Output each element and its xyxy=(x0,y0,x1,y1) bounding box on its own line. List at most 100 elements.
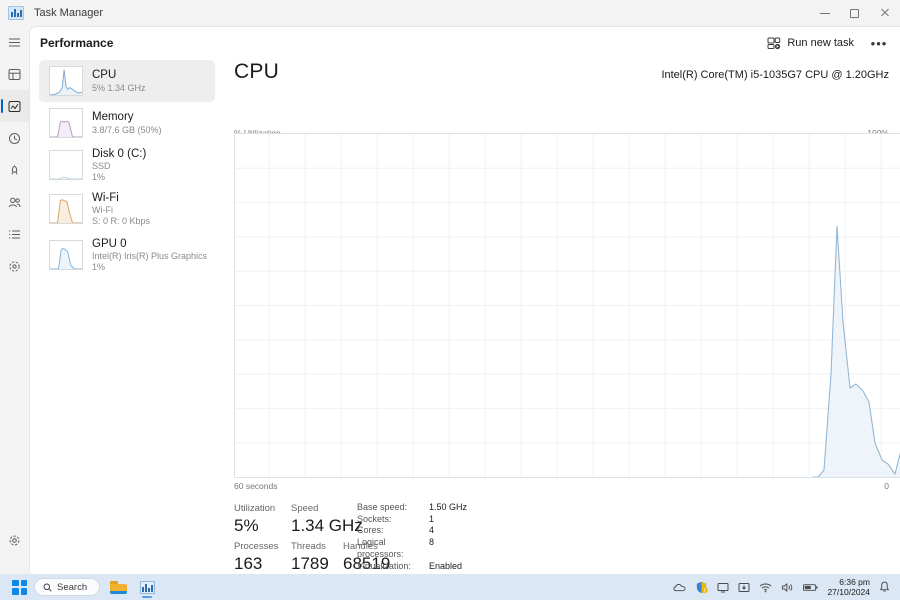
taskbar-time: 6:36 pm xyxy=(839,577,870,587)
search-label: Search xyxy=(57,581,88,593)
taskbar-apps: Search xyxy=(12,576,158,598)
resource-item-wifi[interactable]: Wi-Fi Wi-Fi S: 0 R: 0 Kbps xyxy=(39,186,215,232)
gpu-mini-graph xyxy=(49,240,83,270)
resource-name: Memory xyxy=(92,111,134,124)
folder-icon xyxy=(109,580,127,594)
page-title: Performance xyxy=(40,36,114,50)
users-icon xyxy=(8,197,21,207)
y-axis-min: 0 xyxy=(884,481,889,491)
memory-mini-graph xyxy=(49,108,83,138)
search-icon xyxy=(43,583,52,592)
disk-mini-graph xyxy=(49,150,83,180)
taskbar-task-manager[interactable] xyxy=(136,576,158,598)
volume-icon[interactable] xyxy=(781,582,794,593)
sidebar-item-details[interactable] xyxy=(0,218,29,250)
resource-item-gpu[interactable]: GPU 0 Intel(R) Iris(R) Plus Graphics 1% xyxy=(39,232,215,278)
task-manager-taskbar-icon xyxy=(139,580,155,594)
resource-sub2: S: 0 R: 0 Kbps xyxy=(92,216,151,227)
detail-key: Sockets: xyxy=(357,513,392,524)
start-button[interactable] xyxy=(12,579,27,595)
run-new-task-label: Run new task xyxy=(787,37,854,49)
close-button[interactable] xyxy=(870,0,900,26)
resource-sub: 5% 1.34 GHz xyxy=(92,82,146,93)
gear-icon xyxy=(9,535,20,545)
utilization-label: Utilization xyxy=(234,503,276,514)
run-new-task-button[interactable]: Run new task xyxy=(759,32,862,54)
history-clock-icon xyxy=(9,132,20,144)
system-tray: 6:36 pm 27/10/2024 xyxy=(673,577,890,597)
resource-sub: Intel(R) Iris(R) Plus Graphics xyxy=(92,250,208,261)
settings-button[interactable] xyxy=(0,524,29,556)
resource-name: Disk 0 (C:) xyxy=(92,147,147,160)
resource-sub2: 1% xyxy=(92,172,106,183)
resource-item-disk[interactable]: Disk 0 (C:) SSD 1% xyxy=(39,144,215,186)
detail-key: Logical processors: xyxy=(357,537,404,559)
sidebar-item-users[interactable] xyxy=(0,186,29,218)
speed-value: 1.34 GHz xyxy=(291,516,363,535)
bell-icon[interactable] xyxy=(879,581,890,593)
taskbar-date: 27/10/2024 xyxy=(827,587,870,597)
security-alert-icon[interactable] xyxy=(695,581,709,594)
detail-key: Base speed: xyxy=(357,502,408,512)
sidebar-item-services[interactable] xyxy=(0,250,29,282)
hamburger-icon xyxy=(9,38,20,46)
resource-sub: Wi-Fi xyxy=(92,204,113,215)
navigation-rail xyxy=(0,26,29,574)
detail-value: 8 xyxy=(429,537,435,548)
threads-value: 1789 xyxy=(291,554,329,573)
processes-value: 163 xyxy=(234,554,263,573)
title-bar: Task Manager xyxy=(0,0,900,26)
processes-label: Processes xyxy=(234,541,279,552)
detail-key: Cores: xyxy=(357,525,384,536)
resource-sub2: 1% xyxy=(92,262,106,273)
cpu-utilization-graph xyxy=(234,133,900,478)
run-task-icon xyxy=(767,37,781,50)
resource-name: Wi-Fi xyxy=(92,191,119,204)
resource-sub: 3.8/7.6 GB (50%) xyxy=(92,124,162,135)
utilization-value: 5% xyxy=(234,516,259,535)
wifi-icon[interactable] xyxy=(759,582,772,593)
resource-item-cpu[interactable]: CPU 5% 1.34 GHz xyxy=(39,60,215,102)
task-manager-window: Task Manager Performance Run new task ••… xyxy=(0,0,900,600)
cpu-model: Intel(R) Core(TM) i5-1035G7 CPU @ 1.20GH… xyxy=(661,69,889,81)
detail-value: 1.50 GHz xyxy=(429,502,468,512)
hamburger-menu-button[interactable] xyxy=(0,26,29,58)
list-details-icon xyxy=(9,230,20,238)
caption-buttons xyxy=(810,0,900,26)
taskbar-clock[interactable]: 6:36 pm 27/10/2024 xyxy=(827,577,870,597)
taskbar-file-explorer[interactable] xyxy=(107,576,129,598)
rocket-icon xyxy=(11,164,18,175)
resource-name: CPU xyxy=(92,69,117,82)
resource-sub: SSD xyxy=(92,160,111,171)
sidebar-item-performance[interactable] xyxy=(0,90,29,122)
performance-icon xyxy=(8,100,21,112)
cpu-mini-graph xyxy=(49,66,83,96)
cpu-graph-svg xyxy=(235,134,900,477)
onedrive-cloud-icon[interactable] xyxy=(673,582,686,592)
battery-icon[interactable] xyxy=(803,583,818,592)
sidebar-item-app-history[interactable] xyxy=(0,122,29,154)
task-manager-icon xyxy=(8,6,24,20)
maximize-button[interactable] xyxy=(840,0,870,26)
cpu-graph-fill xyxy=(812,226,900,477)
cpu-stats: Utilization 5% Speed 1.34 GHz Processes … xyxy=(234,502,894,600)
detail-row: Virtualization: Enabled xyxy=(357,561,617,573)
detail-row: Sockets: 1 xyxy=(357,514,617,526)
overflow-menu-button[interactable]: ••• xyxy=(866,32,892,54)
command-bar-actions: Run new task ••• xyxy=(759,32,900,54)
cpu-title: CPU xyxy=(234,60,279,83)
window-title: Task Manager xyxy=(34,7,104,19)
x-axis-label: 60 seconds xyxy=(234,481,278,491)
sidebar-item-processes[interactable] xyxy=(0,58,29,90)
resource-item-memory[interactable]: Memory 3.8/7.6 GB (50%) xyxy=(39,102,215,144)
wifi-mini-graph xyxy=(49,194,83,224)
speed-label: Speed xyxy=(291,503,319,514)
services-gear-icon xyxy=(9,260,20,272)
detail-value: 4 xyxy=(429,525,435,536)
taskbar-search[interactable]: Search xyxy=(34,578,101,596)
detail-row: Cores: 4 xyxy=(357,525,617,537)
input-panel-icon[interactable] xyxy=(738,582,750,593)
display-icon[interactable] xyxy=(717,582,729,593)
sidebar-item-startup-apps[interactable] xyxy=(0,154,29,186)
minimize-button[interactable] xyxy=(810,0,840,26)
